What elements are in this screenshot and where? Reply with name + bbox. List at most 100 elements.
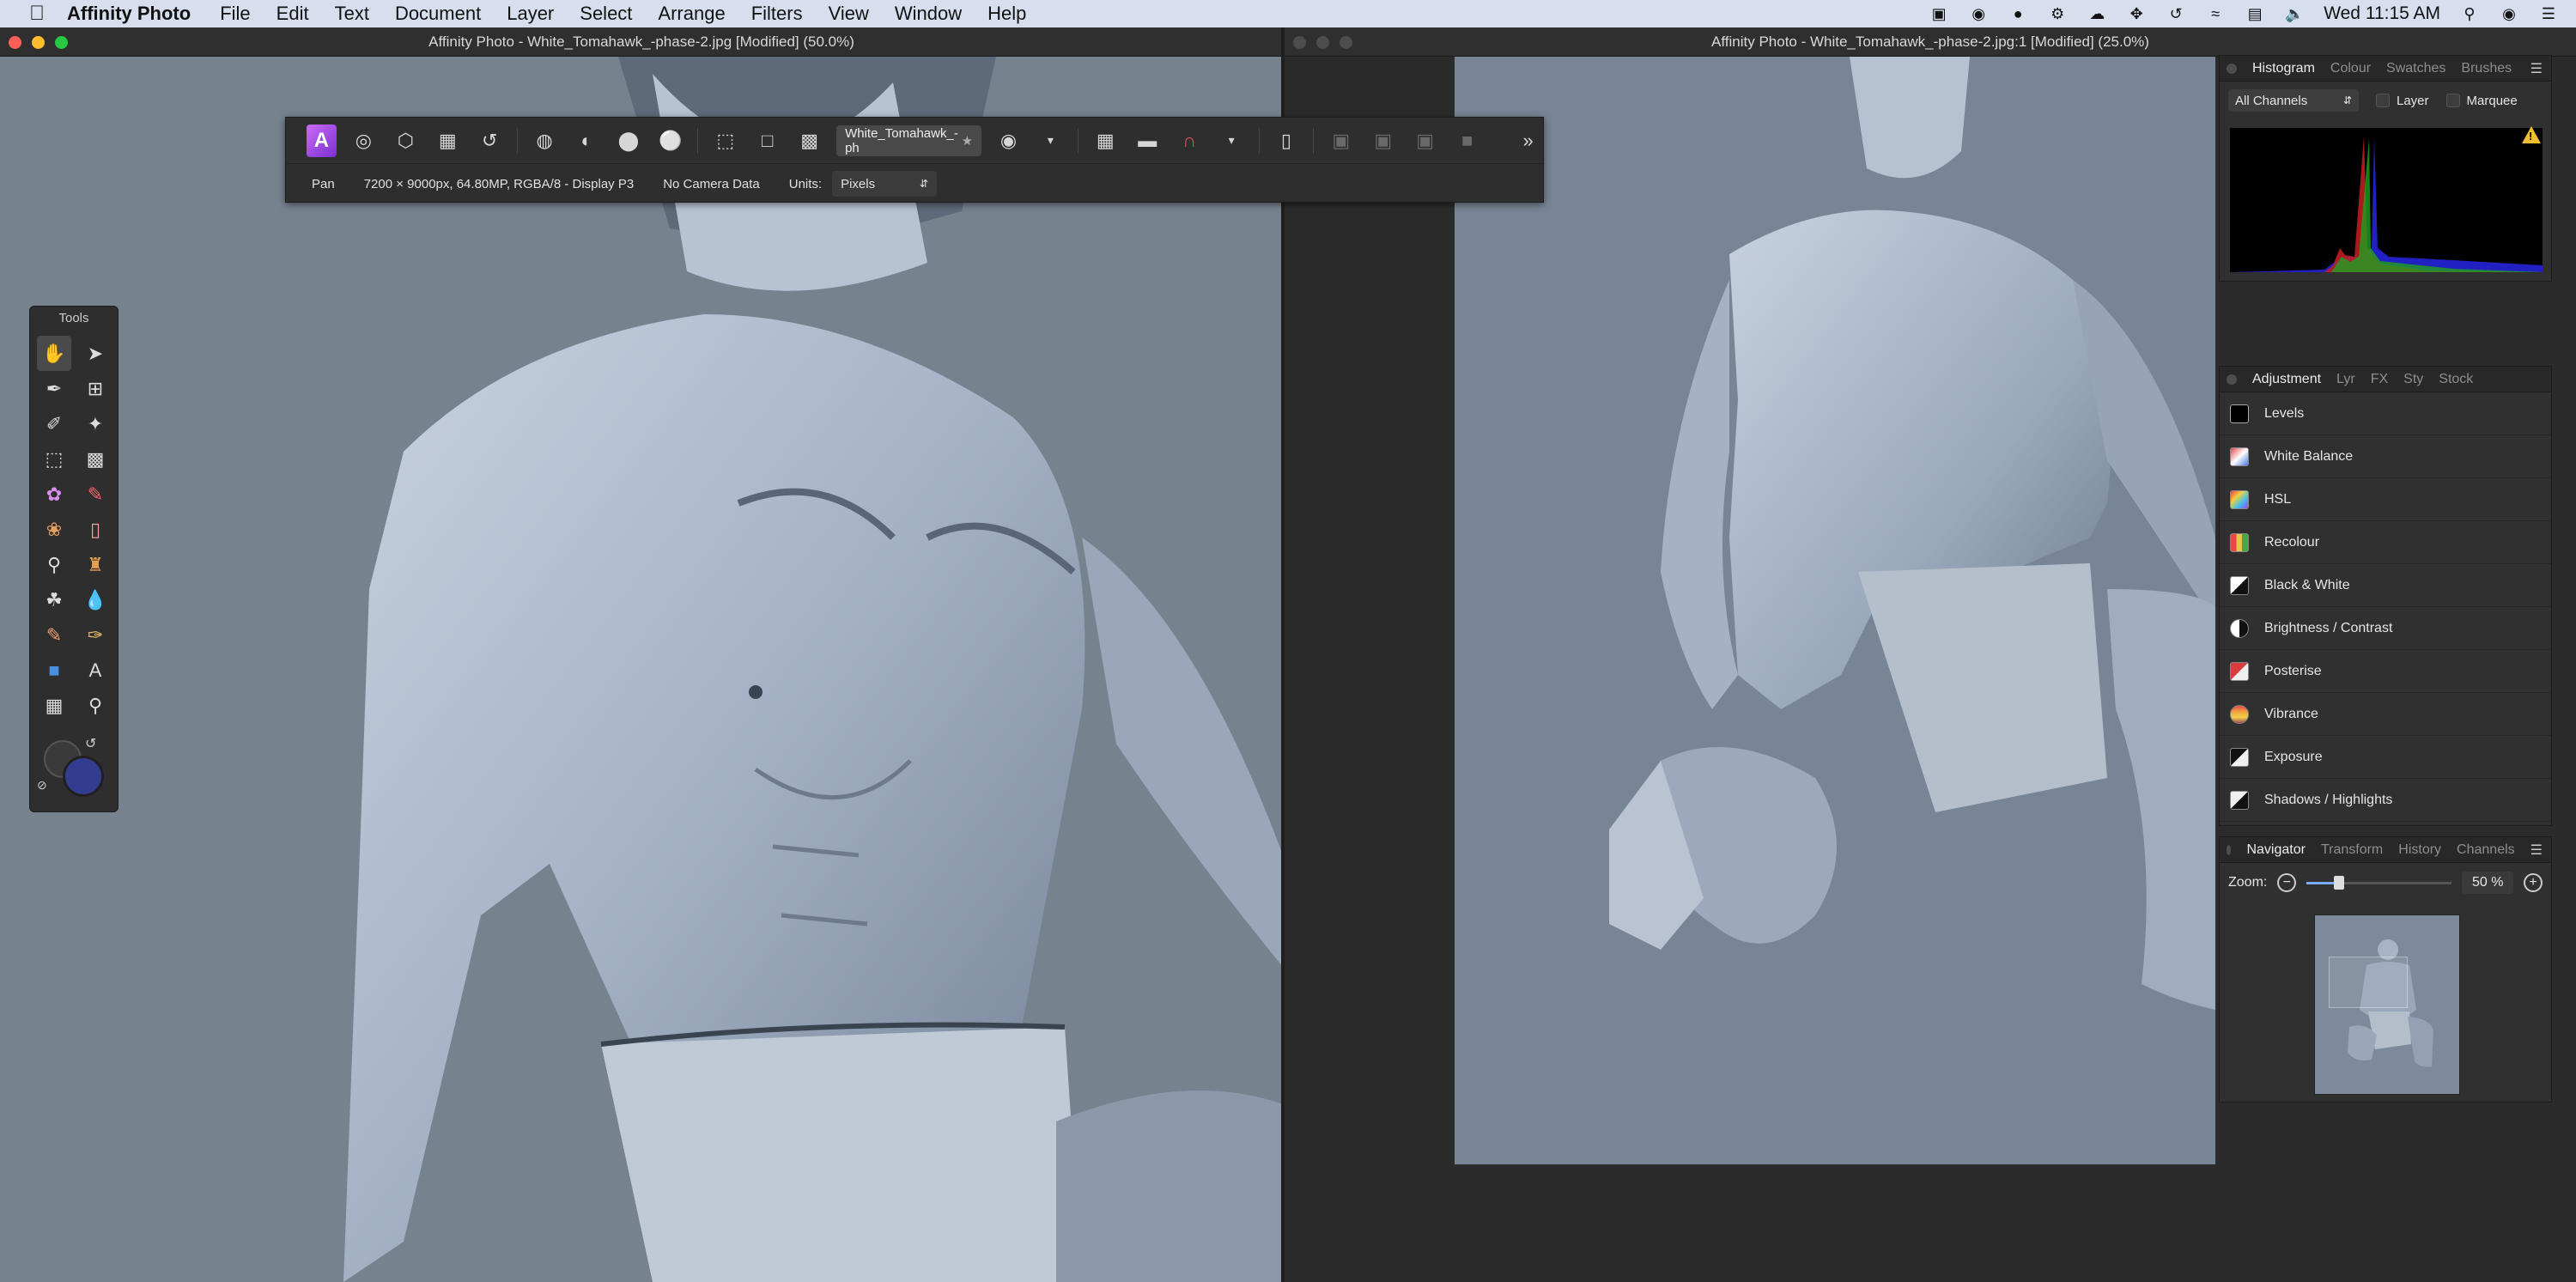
zoom-slider[interactable] <box>2306 876 2452 890</box>
zoom-window-button[interactable] <box>55 36 68 49</box>
zoom-slider-thumb[interactable] <box>2333 876 2344 890</box>
contrast-icon[interactable]: ◐ <box>572 125 602 157</box>
marquee-tool-icon[interactable]: ⬚ <box>37 441 71 477</box>
tab-fx[interactable]: FX <box>2371 372 2388 387</box>
warning-icon[interactable]: ! <box>2522 126 2541 143</box>
crosshair-icon[interactable]: ✥ <box>2126 4 2147 23</box>
clone-tool-icon[interactable]: ♜ <box>78 547 112 582</box>
tab-lyr[interactable]: Lyr <box>2336 372 2355 387</box>
dodge-tool-icon[interactable]: ⚲ <box>37 547 71 582</box>
panel-menu-icon[interactable]: ☰ <box>2530 60 2543 77</box>
adjustment-item-black-white[interactable]: Black & White <box>2220 564 2551 607</box>
panel-menu-icon[interactable]: ☰ <box>2530 842 2543 859</box>
adjustment-item-shadows-highlights[interactable]: Shadows / Highlights <box>2220 779 2551 822</box>
volume-icon[interactable]: 🔈 <box>2284 4 2305 23</box>
tab-histogram[interactable]: Histogram <box>2252 61 2315 76</box>
menu-window[interactable]: Window <box>895 3 962 25</box>
filmstrip-icon[interactable]: ▣ <box>1929 4 1949 23</box>
clock[interactable]: Wed 11:15 AM <box>2324 3 2440 24</box>
apple-icon[interactable]:  <box>24 2 50 26</box>
healing-tool-icon[interactable]: ✎ <box>37 617 71 653</box>
layer-checkbox[interactable]: Layer <box>2376 94 2429 108</box>
canvas-right[interactable] <box>1455 57 2215 1164</box>
user-icon[interactable]: ◉ <box>2499 4 2519 23</box>
panel-close-icon[interactable] <box>2227 63 2237 74</box>
rectangle-tool-icon[interactable]: ■ <box>37 653 71 688</box>
zoom-out-icon[interactable]: − <box>2277 873 2297 892</box>
minimize-window-button[interactable] <box>32 36 45 49</box>
smudge-tool-icon[interactable]: ☘ <box>37 582 71 617</box>
adjustment-item-hsl[interactable]: HSL <box>2220 478 2551 521</box>
marquee-select-icon[interactable]: ⬚ <box>710 125 740 157</box>
arrange-back-icon[interactable]: ▣ <box>1326 125 1356 157</box>
text-tool-icon[interactable]: A <box>78 653 112 688</box>
fill-tool-icon[interactable]: ▩ <box>78 441 112 477</box>
adjustment-item-exposure[interactable]: Exposure <box>2220 736 2551 779</box>
display-icon[interactable]: ▤ <box>2245 4 2265 23</box>
hand-tool-icon[interactable]: ✋ <box>37 336 71 371</box>
close-window-button-right[interactable] <box>1293 36 1306 49</box>
selection-brush-tool-icon[interactable]: ✐ <box>37 406 71 441</box>
units-select[interactable]: Pixels ⇵ <box>832 171 938 197</box>
zoom-window-button-right[interactable] <box>1340 36 1352 49</box>
brush-tool-icon[interactable]: ✎ <box>78 477 112 512</box>
adjustment-item-white-balance[interactable]: White Balance <box>2220 435 2551 478</box>
deselect-icon[interactable]: □ <box>752 125 782 157</box>
evernote-icon[interactable]: ● <box>2008 4 2028 23</box>
search-icon[interactable]: ⚲ <box>2459 4 2480 23</box>
adjustment-item-posterise[interactable]: Posterise <box>2220 650 2551 693</box>
zoom-tool-icon[interactable]: ⚲ <box>78 688 112 723</box>
more-tools-icon[interactable]: » <box>1513 125 1543 157</box>
zoom-value-field[interactable]: 50 % <box>2462 872 2514 894</box>
tab-channels[interactable]: Channels <box>2457 842 2515 858</box>
snapping-dropdown-icon[interactable]: ▾ <box>1217 125 1247 157</box>
app-menu[interactable]: Affinity Photo <box>67 3 191 25</box>
adjustment-item-levels[interactable]: Levels <box>2220 392 2551 435</box>
menu-text[interactable]: Text <box>335 3 369 25</box>
close-window-button[interactable] <box>9 36 21 49</box>
navigator-thumbnail[interactable] <box>2314 914 2460 1095</box>
brush-icon[interactable]: ▯ <box>1272 125 1302 157</box>
adjustment-item-vibrance[interactable]: Vibrance <box>2220 693 2551 736</box>
photo-persona-icon[interactable]: A <box>307 124 337 157</box>
menu-select[interactable]: Select <box>580 3 632 25</box>
levels-adjust-icon[interactable]: ◍ <box>530 125 560 157</box>
panel-close-icon[interactable] <box>2227 374 2237 385</box>
notification-center-icon[interactable]: ☰ <box>2538 4 2559 23</box>
invert-selection-icon[interactable]: ▩ <box>794 125 824 157</box>
close-tab-icon[interactable]: ★ <box>962 133 973 149</box>
move-tool-icon[interactable]: ➤ <box>78 336 112 371</box>
menu-view[interactable]: View <box>829 3 869 25</box>
menu-file[interactable]: File <box>220 3 250 25</box>
arrange-backward-icon[interactable]: ▣ <box>1368 125 1398 157</box>
panel-close-icon[interactable] <box>2227 844 2232 855</box>
arrange-forward-icon[interactable]: ▣ <box>1410 125 1440 157</box>
swap-colours-icon[interactable]: ↺ <box>85 735 96 752</box>
tab-stock[interactable]: Stock <box>2439 372 2473 387</box>
marquee-checkbox[interactable]: Marquee <box>2445 94 2518 108</box>
menu-document[interactable]: Document <box>395 3 481 25</box>
cloud-upload-icon[interactable]: ☁ <box>2087 4 2107 23</box>
tab-swatches[interactable]: Swatches <box>2386 61 2445 76</box>
tab-sty[interactable]: Sty <box>2403 372 2423 387</box>
colour-wheel-icon[interactable]: ⬤ <box>613 125 643 157</box>
tone-mapping-persona-icon[interactable]: ▦ <box>433 125 463 157</box>
tab-brushes[interactable]: Brushes <box>2461 61 2512 76</box>
mesh-warp-tool-icon[interactable]: ▦ <box>37 688 71 723</box>
wifi-icon[interactable]: ≈ <box>2205 4 2226 23</box>
adjustment-item-recolour[interactable]: Recolour <box>2220 521 2551 564</box>
primary-colour-well[interactable] <box>63 756 104 797</box>
tab-navigator[interactable]: Navigator <box>2246 842 2305 858</box>
export-persona-icon[interactable]: ↺ <box>475 125 505 157</box>
canvas-left[interactable] <box>0 57 1283 1282</box>
channel-select[interactable]: All Channels ⇵ <box>2228 89 2359 112</box>
tab-transform[interactable]: Transform <box>2321 842 2383 858</box>
document-tab[interactable]: White_Tomahawk_-ph ★ <box>836 125 982 156</box>
white-balance-icon[interactable]: ⚪ <box>655 125 685 157</box>
colour-replace-tool-icon[interactable]: ❀ <box>37 512 71 547</box>
tab-history[interactable]: History <box>2398 842 2441 858</box>
blur-tool-icon[interactable]: 💧 <box>78 582 112 617</box>
menu-layer[interactable]: Layer <box>507 3 554 25</box>
menu-arrange[interactable]: Arrange <box>658 3 725 25</box>
assistant-icon[interactable]: ▬ <box>1133 125 1163 157</box>
